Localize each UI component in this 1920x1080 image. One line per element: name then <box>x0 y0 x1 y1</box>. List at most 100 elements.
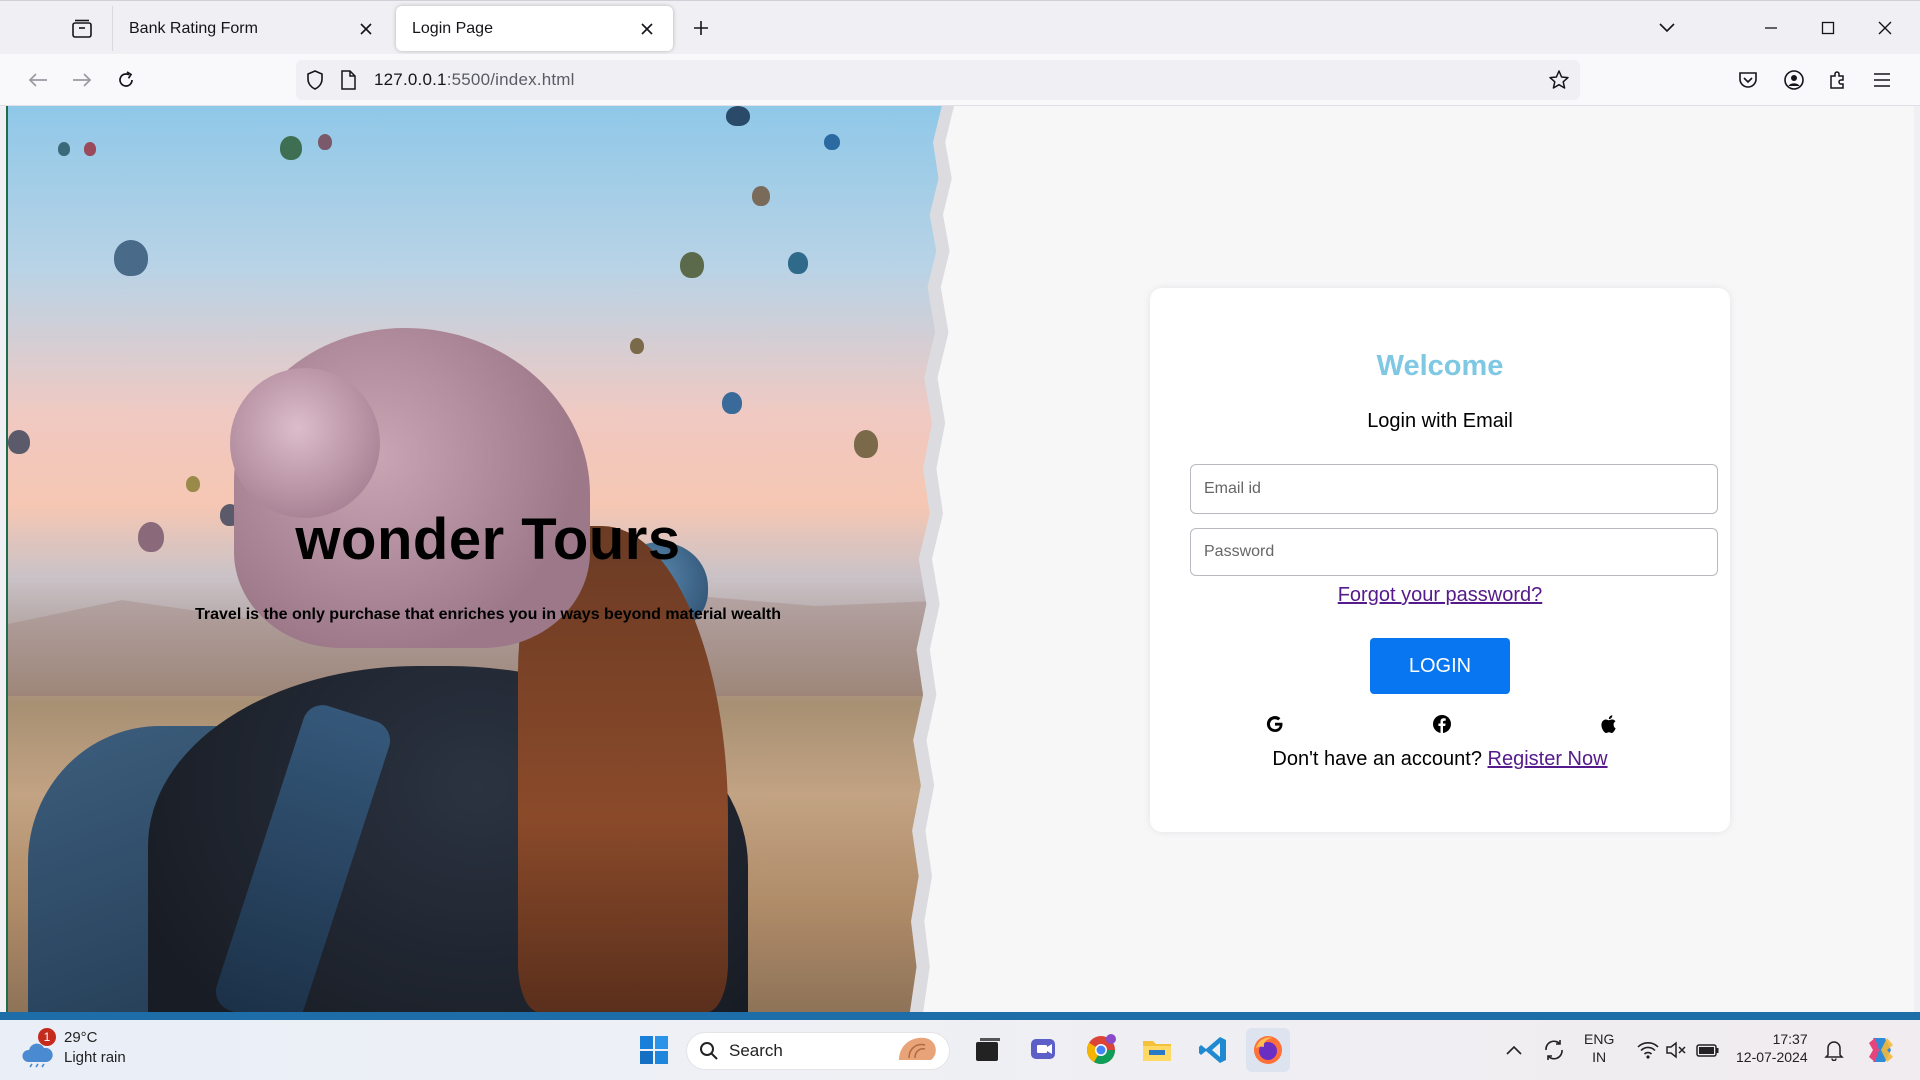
taskbar-search[interactable]: Search <box>686 1032 950 1070</box>
show-hidden-icons-button[interactable] <box>1494 1030 1534 1070</box>
chrome-icon <box>1087 1034 1116 1064</box>
file-explorer-button[interactable] <box>1137 1030 1177 1070</box>
copilot-button[interactable] <box>1860 1030 1900 1070</box>
shield-icon[interactable] <box>306 70 324 95</box>
login-button[interactable]: LOGIN <box>1370 638 1510 694</box>
google-icon[interactable] <box>1263 712 1287 736</box>
weather-alert-badge: 1 <box>38 1028 56 1046</box>
sync-icon <box>1545 1040 1563 1060</box>
close-icon <box>1878 21 1892 35</box>
balloon-decoration <box>680 252 704 278</box>
minimize-icon <box>1765 27 1777 29</box>
clock-time: 17:37 <box>1772 1031 1808 1047</box>
menu-button[interactable] <box>1866 64 1898 96</box>
firefox-button[interactable] <box>1246 1028 1290 1072</box>
pompom-shape <box>230 368 380 518</box>
tab-bank-rating-form[interactable]: Bank Rating Form <box>112 6 392 51</box>
language-indicator[interactable]: ENG IN <box>1584 1030 1614 1066</box>
maximize-button[interactable] <box>1813 13 1843 43</box>
facebook-icon[interactable] <box>1430 712 1454 736</box>
welcome-heading: Welcome <box>1376 350 1504 382</box>
new-tab-button[interactable] <box>688 15 714 41</box>
teams-chat-button[interactable] <box>1024 1030 1064 1070</box>
tab-list-icon <box>72 19 92 38</box>
back-button[interactable] <box>22 64 54 96</box>
email-field[interactable] <box>1190 464 1718 514</box>
sync-tray-button[interactable] <box>1534 1030 1574 1070</box>
task-view-button[interactable] <box>968 1030 1008 1070</box>
chrome-button[interactable] <box>1081 1030 1121 1070</box>
puzzle-icon <box>1830 71 1844 89</box>
tab-login-page[interactable]: Login Page <box>396 6 673 51</box>
plus-icon <box>694 21 708 35</box>
start-button[interactable] <box>634 1030 674 1070</box>
balloon-decoration <box>280 136 302 160</box>
balloon-decoration <box>854 430 878 458</box>
balloon-decoration <box>630 338 644 354</box>
battery-button[interactable] <box>1688 1030 1728 1070</box>
url-host: 127.0.0.1 <box>374 70 447 89</box>
hamburger-menu-icon <box>1874 73 1890 87</box>
windows-logo-icon <box>640 1036 668 1064</box>
balloon-decoration <box>84 142 96 156</box>
pocket-icon <box>1739 72 1757 88</box>
search-icon <box>700 1042 718 1060</box>
hero-section: wonder Tours Travel is the only purchase… <box>8 106 958 1012</box>
list-all-tabs-button[interactable] <box>1652 13 1682 43</box>
weather-cloud-icon: 1 <box>20 1028 56 1068</box>
shell-decoration-icon <box>895 1034 941 1069</box>
language-code: ENG <box>1584 1031 1615 1047</box>
clock-date: 12-07-2024 <box>1736 1049 1808 1065</box>
register-prompt-text: Don't have an account? <box>1272 748 1482 770</box>
notifications-button[interactable] <box>1814 1030 1854 1070</box>
hero-title: wonder Tours <box>295 507 681 572</box>
extensions-button[interactable] <box>1822 64 1854 96</box>
login-card: Welcome Login with Email Forgot your pas… <box>1150 288 1730 832</box>
close-tab-icon[interactable] <box>356 19 376 39</box>
balloon-decoration <box>726 106 750 126</box>
reload-button[interactable] <box>110 64 142 96</box>
balloon-decoration <box>752 186 770 206</box>
balloon-decoration <box>824 134 840 150</box>
balloon-decoration <box>186 476 200 492</box>
register-prompt: Don't have an account? Register Now <box>1150 748 1730 771</box>
balloon-decoration <box>114 240 148 276</box>
folder-icon <box>1143 1041 1171 1061</box>
url-text[interactable]: 127.0.0.1:5500/index.html <box>374 70 575 90</box>
balloon-decoration <box>58 142 70 156</box>
balloon-decoration <box>788 252 808 274</box>
task-view-icon <box>976 1038 1000 1061</box>
vscode-button[interactable] <box>1193 1030 1233 1070</box>
chevron-up-icon <box>1506 1045 1522 1055</box>
pocket-button[interactable] <box>1732 64 1764 96</box>
url-path: :5500/index.html <box>446 70 575 89</box>
page-info-icon[interactable] <box>340 70 356 95</box>
chevron-down-icon <box>1659 23 1675 33</box>
tab-title: Bank Rating Form <box>129 19 258 37</box>
weather-widget[interactable]: 1 29°C Light rain <box>20 1028 126 1068</box>
address-bar[interactable]: 127.0.0.1:5500/index.html <box>296 60 1580 100</box>
arrow-left-icon <box>28 73 47 87</box>
account-button[interactable] <box>1778 64 1810 96</box>
maximize-icon <box>1821 21 1835 35</box>
bookmark-star-icon[interactable] <box>1548 69 1570 96</box>
tab-bar: Bank Rating Form Login Page <box>0 0 1920 54</box>
region-code: IN <box>1592 1049 1607 1065</box>
forgot-password-link[interactable]: Forgot your password? <box>1150 584 1730 607</box>
copilot-icon <box>1869 1038 1893 1062</box>
account-icon <box>1784 70 1804 90</box>
volume-muted-icon <box>1666 1041 1686 1059</box>
firefox-icon <box>1254 1036 1282 1064</box>
weather-description: Light rain <box>64 1049 126 1066</box>
tab-list-button[interactable] <box>64 15 100 43</box>
chat-icon <box>1031 1039 1055 1059</box>
apple-icon[interactable] <box>1596 712 1620 736</box>
balloon-decoration <box>318 134 332 150</box>
close-tab-icon[interactable] <box>637 19 657 39</box>
forward-button[interactable] <box>66 64 98 96</box>
close-window-button[interactable] <box>1870 13 1900 43</box>
password-field[interactable] <box>1190 528 1718 576</box>
register-now-link[interactable]: Register Now <box>1488 748 1608 770</box>
clock[interactable]: 17:37 12-07-2024 <box>1736 1030 1808 1066</box>
minimize-button[interactable] <box>1756 13 1786 43</box>
